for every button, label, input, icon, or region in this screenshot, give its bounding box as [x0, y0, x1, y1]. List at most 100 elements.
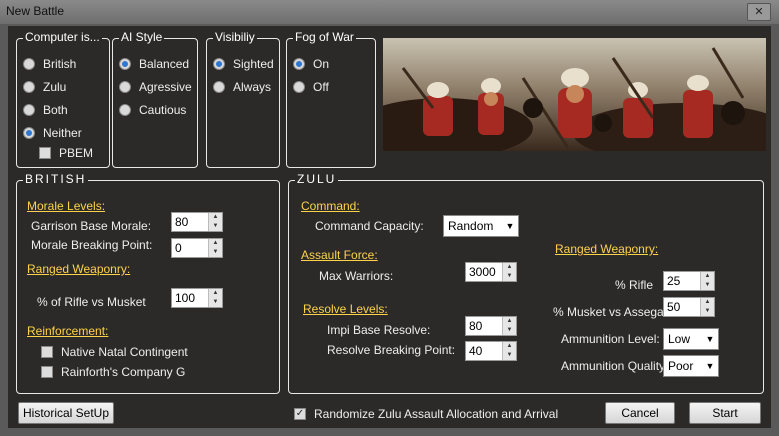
- stepper-value: 0: [175, 241, 182, 255]
- stepper-value: 100: [175, 291, 196, 305]
- ranged-weaponry-heading: Ranged Weaponry:: [27, 262, 131, 276]
- stepper-arrows-icon[interactable]: ▲ ▼: [502, 317, 516, 335]
- chevron-down-icon: ▼: [705, 361, 715, 371]
- visibility-title: Visibiliy: [213, 30, 257, 44]
- command-capacity-select[interactable]: Random ▼: [443, 215, 519, 237]
- radio-label: On: [313, 57, 330, 71]
- ammo-quality-label: Ammunition Quality:: [561, 359, 669, 373]
- ammo-level-select[interactable]: Low ▼: [663, 328, 719, 350]
- radio-label: British: [43, 57, 77, 71]
- radio-label: Always: [233, 80, 272, 94]
- stepper-arrows-icon[interactable]: ▲ ▼: [208, 213, 222, 231]
- assault-force-heading: Assault Force:: [301, 248, 378, 262]
- radio-zulu[interactable]: Zulu: [23, 80, 66, 94]
- radio-selected-icon: [23, 127, 35, 139]
- resolve-breaking-point-stepper[interactable]: 40 ▲ ▼: [465, 341, 517, 361]
- impi-base-resolve-stepper[interactable]: 80 ▲ ▼: [465, 316, 517, 336]
- chevron-down-icon: ▼: [505, 221, 515, 231]
- dialog-body: Computer is... British Zulu Both Neither…: [8, 26, 771, 428]
- radio-circle-icon: [23, 58, 35, 70]
- radio-label: Neither: [43, 126, 82, 140]
- zulu-panel: ZULU Command: Command Capacity: Random ▼ …: [288, 172, 764, 394]
- randomize-checkbox[interactable]: ✓ Randomize Zulu Assault Allocation and A…: [294, 407, 558, 421]
- computer-is-group: Computer is... British Zulu Both Neither…: [16, 30, 110, 168]
- pbem-checkbox[interactable]: PBEM: [39, 146, 93, 160]
- rainforth-checkbox[interactable]: Rainforth's Company G: [41, 365, 185, 379]
- start-button[interactable]: Start: [689, 402, 761, 424]
- stepper-arrows-icon[interactable]: ▲ ▼: [208, 289, 222, 307]
- morale-breaking-point-label: Morale Breaking Point:: [31, 238, 153, 252]
- stepper-arrows-icon[interactable]: ▲ ▼: [700, 272, 714, 290]
- british-panel: BRITISH Morale Levels: Garrison Base Mor…: [16, 172, 280, 394]
- rifle-vs-musket-stepper[interactable]: 100 ▲ ▼: [171, 288, 223, 308]
- zulu-title: ZULU: [295, 172, 339, 186]
- radio-label: Both: [43, 103, 68, 117]
- radio-label: Agressive: [139, 80, 192, 94]
- checkbox-label: Randomize Zulu Assault Allocation and Ar…: [314, 407, 559, 421]
- radio-selected-icon: [119, 58, 131, 70]
- stepper-value: 40: [469, 344, 483, 358]
- stepper-arrows-icon[interactable]: ▲ ▼: [502, 342, 516, 360]
- radio-circle-icon: [213, 81, 225, 93]
- rifle-label: % Rifle: [615, 278, 654, 292]
- radio-circle-icon: [23, 81, 35, 93]
- ammo-quality-select[interactable]: Poor ▼: [663, 355, 719, 377]
- musket-vs-assegai-label: % Musket vs Assegai: [553, 305, 667, 319]
- computer-is-title: Computer is...: [23, 30, 102, 44]
- select-value: Low: [668, 332, 691, 346]
- stepper-value: 80: [469, 319, 483, 333]
- resolve-levels-heading: Resolve Levels:: [303, 302, 388, 316]
- radio-circle-icon: [119, 81, 131, 93]
- zulu-ranged-weaponry-heading: Ranged Weaponry:: [555, 242, 659, 256]
- checkbox-icon: [39, 147, 51, 159]
- radio-british[interactable]: British: [23, 57, 76, 71]
- battle-painting-image: [383, 38, 766, 151]
- garrison-base-morale-stepper[interactable]: 80 ▲ ▼: [171, 212, 223, 232]
- painting-svg: [383, 38, 766, 151]
- radio-always[interactable]: Always: [213, 80, 271, 94]
- impi-base-resolve-label: Impi Base Resolve:: [327, 323, 431, 337]
- radio-agressive[interactable]: Agressive: [119, 80, 192, 94]
- musket-vs-assegai-stepper[interactable]: 50 ▲ ▼: [663, 297, 715, 317]
- stepper-value: 3000: [469, 265, 496, 279]
- max-warriors-stepper[interactable]: 3000 ▲ ▼: [465, 262, 517, 282]
- command-heading: Command:: [301, 199, 360, 213]
- fog-of-war-title: Fog of War: [293, 30, 356, 44]
- checkmark-icon: ✓: [294, 408, 306, 420]
- stepper-value: 25: [667, 274, 681, 288]
- stepper-arrows-icon[interactable]: ▲ ▼: [208, 239, 222, 257]
- stepper-value: 50: [667, 300, 681, 314]
- radio-balanced[interactable]: Balanced: [119, 57, 189, 71]
- radio-label: Zulu: [43, 80, 67, 94]
- command-capacity-label: Command Capacity:: [315, 219, 424, 233]
- radio-both[interactable]: Both: [23, 103, 68, 117]
- radio-fog-off[interactable]: Off: [293, 80, 329, 94]
- radio-fog-on[interactable]: On: [293, 57, 329, 71]
- max-warriors-label: Max Warriors:: [319, 269, 394, 283]
- stepper-arrows-icon[interactable]: ▲ ▼: [502, 263, 516, 281]
- stepper-value: 80: [175, 215, 189, 229]
- radio-label: Cautious: [139, 103, 187, 117]
- radio-selected-icon: [213, 58, 225, 70]
- checkbox-icon: [41, 366, 53, 378]
- select-value: Poor: [668, 359, 694, 373]
- morale-levels-heading: Morale Levels:: [27, 199, 106, 213]
- stepper-arrows-icon[interactable]: ▲ ▼: [700, 298, 714, 316]
- select-value: Random: [448, 219, 494, 233]
- close-button[interactable]: ✕: [747, 3, 771, 21]
- cancel-button[interactable]: Cancel: [605, 402, 675, 424]
- checkbox-label: PBEM: [59, 146, 94, 160]
- native-natal-checkbox[interactable]: Native Natal Contingent: [41, 345, 188, 359]
- rifle-stepper[interactable]: 25 ▲ ▼: [663, 271, 715, 291]
- radio-label: Sighted: [233, 57, 274, 71]
- morale-breaking-point-stepper[interactable]: 0 ▲ ▼: [171, 238, 223, 258]
- historical-setup-button[interactable]: Historical SetUp: [18, 402, 114, 424]
- radio-sighted[interactable]: Sighted: [213, 57, 274, 71]
- checkbox-label: Rainforth's Company G: [61, 365, 186, 379]
- garrison-base-morale-label: Garrison Base Morale:: [31, 219, 152, 233]
- title-bar: New Battle ✕: [0, 0, 779, 24]
- ai-style-title: AI Style: [119, 30, 165, 44]
- ammo-level-label: Ammunition Level:: [561, 332, 660, 346]
- radio-neither[interactable]: Neither: [23, 126, 82, 140]
- radio-cautious[interactable]: Cautious: [119, 103, 186, 117]
